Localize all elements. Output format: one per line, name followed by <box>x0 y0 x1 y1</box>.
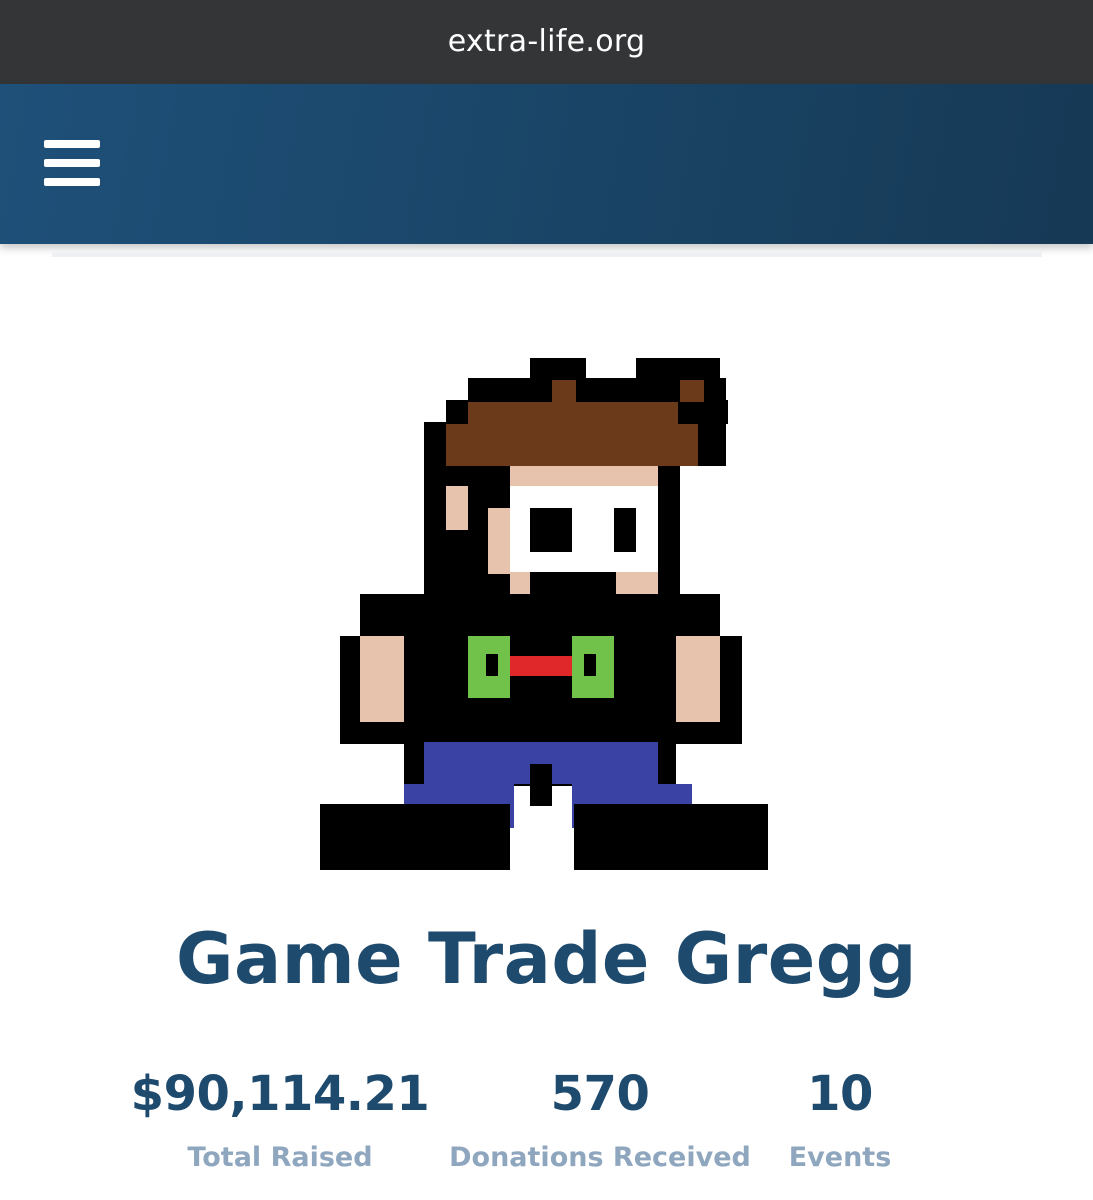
profile-name: Game Trade Gregg <box>176 918 917 1000</box>
menu-bar-middle <box>44 159 100 167</box>
events-value: 10 <box>807 1066 873 1122</box>
menu-bar-top <box>44 140 100 148</box>
pixel-art-avatar-icon <box>320 358 768 870</box>
menu-bar-bottom <box>44 178 100 186</box>
donations-received-label: Donations Received <box>449 1142 751 1173</box>
total-raised-label: Total Raised <box>187 1142 373 1173</box>
header-divider <box>52 252 1042 257</box>
hamburger-menu-icon[interactable] <box>44 136 104 190</box>
url-text: extra-life.org <box>447 23 646 59</box>
browser-url-bar[interactable]: extra-life.org <box>0 0 1093 84</box>
events-label: Events <box>788 1142 892 1173</box>
donations-received-value: 570 <box>550 1066 650 1122</box>
total-raised-value: $90,114.21 <box>130 1066 430 1122</box>
site-header <box>0 84 1093 244</box>
avatar <box>320 358 768 870</box>
